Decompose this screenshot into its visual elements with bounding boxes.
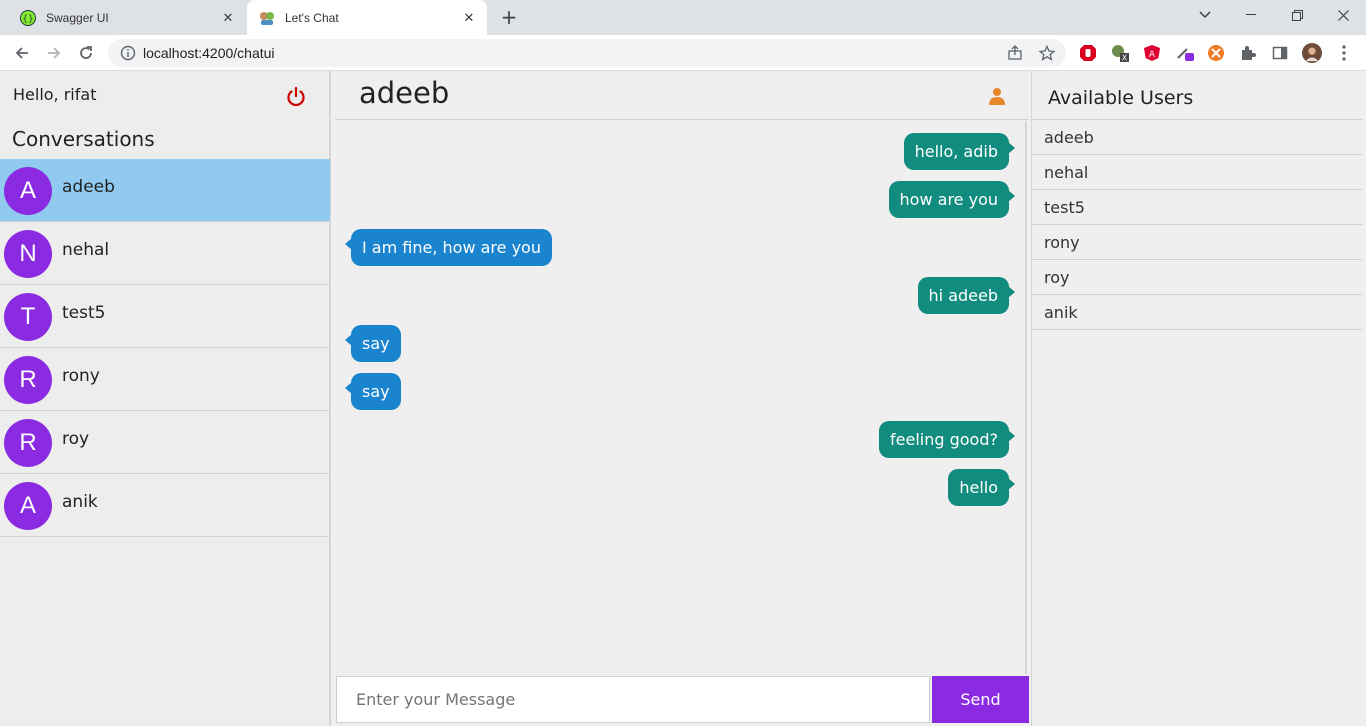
avatar: A [4, 482, 52, 530]
restore-icon[interactable] [1285, 5, 1309, 25]
message-sent: hello, adib [903, 133, 1016, 170]
tab-search-icon[interactable] [1193, 5, 1217, 25]
conversation-name: nehal [62, 240, 110, 260]
xpath-extension-icon[interactable]: X [1110, 43, 1130, 63]
back-icon[interactable] [10, 41, 34, 65]
close-window-icon[interactable] [1331, 5, 1355, 25]
message-sent: hello [948, 469, 1015, 506]
address-bar[interactable]: localhost:4200/chatui [108, 39, 1066, 67]
available-users-title: Available Users [1048, 87, 1194, 109]
avatar: A [4, 167, 52, 215]
reload-icon[interactable] [74, 41, 98, 65]
conversation-item-test5[interactable]: T test5 [0, 285, 330, 348]
message-received: say [345, 373, 401, 410]
side-panel-icon[interactable] [1270, 43, 1290, 63]
send-button[interactable]: Send [932, 676, 1029, 723]
conversation-item-roy[interactable]: R roy [0, 411, 330, 474]
close-tab-icon[interactable]: ✕ [461, 10, 477, 26]
browser-toolbar: localhost:4200/chatui X A [0, 35, 1366, 71]
available-user-item[interactable]: adeeb [1032, 120, 1362, 155]
conversation-name: roy [62, 429, 90, 449]
angular-extension-icon[interactable]: A [1142, 43, 1162, 63]
orange-extension-icon[interactable] [1206, 43, 1226, 63]
conversation-item-anik[interactable]: A anik [0, 474, 330, 537]
browser-tab-chat[interactable]: Let's Chat ✕ [247, 0, 487, 35]
chat-panel: adeeb hello, adib how are you I am fine,… [335, 71, 1029, 726]
chat-header: adeeb [335, 71, 1029, 120]
close-tab-icon[interactable]: ✕ [220, 10, 236, 26]
available-user-item[interactable]: rony [1032, 225, 1362, 260]
avatar: R [4, 356, 52, 404]
available-user-item[interactable]: roy [1032, 260, 1362, 295]
logout-power-icon[interactable] [284, 85, 308, 109]
conversations-sidebar: Hello, rifat Conversations A adeeb N neh… [0, 71, 331, 726]
forward-icon[interactable] [42, 41, 66, 65]
conversation-list: A adeeb N nehal T test5 R rony R roy A a… [0, 159, 330, 537]
user-profile-icon[interactable] [987, 86, 1007, 106]
greeting-text: Hello, rifat [13, 85, 97, 104]
svg-text:{}: {} [22, 14, 33, 24]
bookmark-star-icon[interactable] [1037, 43, 1057, 63]
conversation-name: rony [62, 366, 100, 386]
message-list: hello, adib how are you I am fine, how a… [335, 121, 1027, 674]
new-tab-icon[interactable]: + [499, 5, 519, 29]
adblock-extension-icon[interactable] [1078, 43, 1098, 63]
conversation-item-nehal[interactable]: N nehal [0, 222, 330, 285]
available-users-list: adeeb nehal test5 rony roy anik [1032, 119, 1362, 330]
conversation-item-adeeb[interactable]: A adeeb [0, 159, 330, 222]
conversation-name: anik [62, 492, 98, 512]
share-icon[interactable] [1005, 43, 1025, 63]
tab-title: Swagger UI [46, 10, 109, 25]
chat-recipient-name: adeeb [359, 76, 450, 110]
avatar: T [4, 293, 52, 341]
conversations-title: Conversations [12, 127, 155, 151]
site-info-icon[interactable] [120, 45, 136, 61]
message-sent: feeling good? [879, 421, 1015, 458]
message-sent: how are you [888, 181, 1016, 218]
conversation-item-rony[interactable]: R rony [0, 348, 330, 411]
svg-text:X: X [1122, 54, 1128, 63]
conversation-name: test5 [62, 303, 106, 323]
message-sent: hi adeeb [917, 277, 1016, 314]
svg-text:A: A [1149, 50, 1156, 60]
avatar: R [4, 419, 52, 467]
available-user-item[interactable]: nehal [1032, 155, 1362, 190]
available-user-item[interactable]: test5 [1032, 190, 1362, 225]
minimize-icon[interactable] [1239, 5, 1263, 25]
chat-favicon [259, 10, 275, 26]
eyedropper-extension-icon[interactable] [1175, 43, 1195, 63]
chat-app: Hello, rifat Conversations A adeeb N neh… [0, 71, 1366, 726]
url-text: localhost:4200/chatui [143, 45, 275, 61]
tab-title: Let's Chat [285, 10, 339, 25]
browser-tabstrip: {} Swagger UI ✕ Let's Chat ✕ + [0, 0, 1366, 35]
conversation-name: adeeb [62, 177, 115, 197]
extensions-puzzle-icon[interactable] [1238, 43, 1258, 63]
message-input[interactable] [336, 676, 930, 723]
browser-menu-icon[interactable] [1334, 43, 1354, 63]
message-received: I am fine, how are you [345, 229, 552, 266]
message-received: say [345, 325, 401, 362]
profile-avatar-icon[interactable] [1302, 43, 1322, 63]
message-composer: Send [335, 675, 1029, 723]
avatar: N [4, 230, 52, 278]
available-user-item[interactable]: anik [1032, 295, 1362, 330]
browser-tab-swagger[interactable]: {} Swagger UI ✕ [8, 0, 246, 35]
available-users-panel: Available Users adeeb nehal test5 rony r… [1031, 71, 1366, 726]
swagger-icon: {} [20, 9, 36, 26]
